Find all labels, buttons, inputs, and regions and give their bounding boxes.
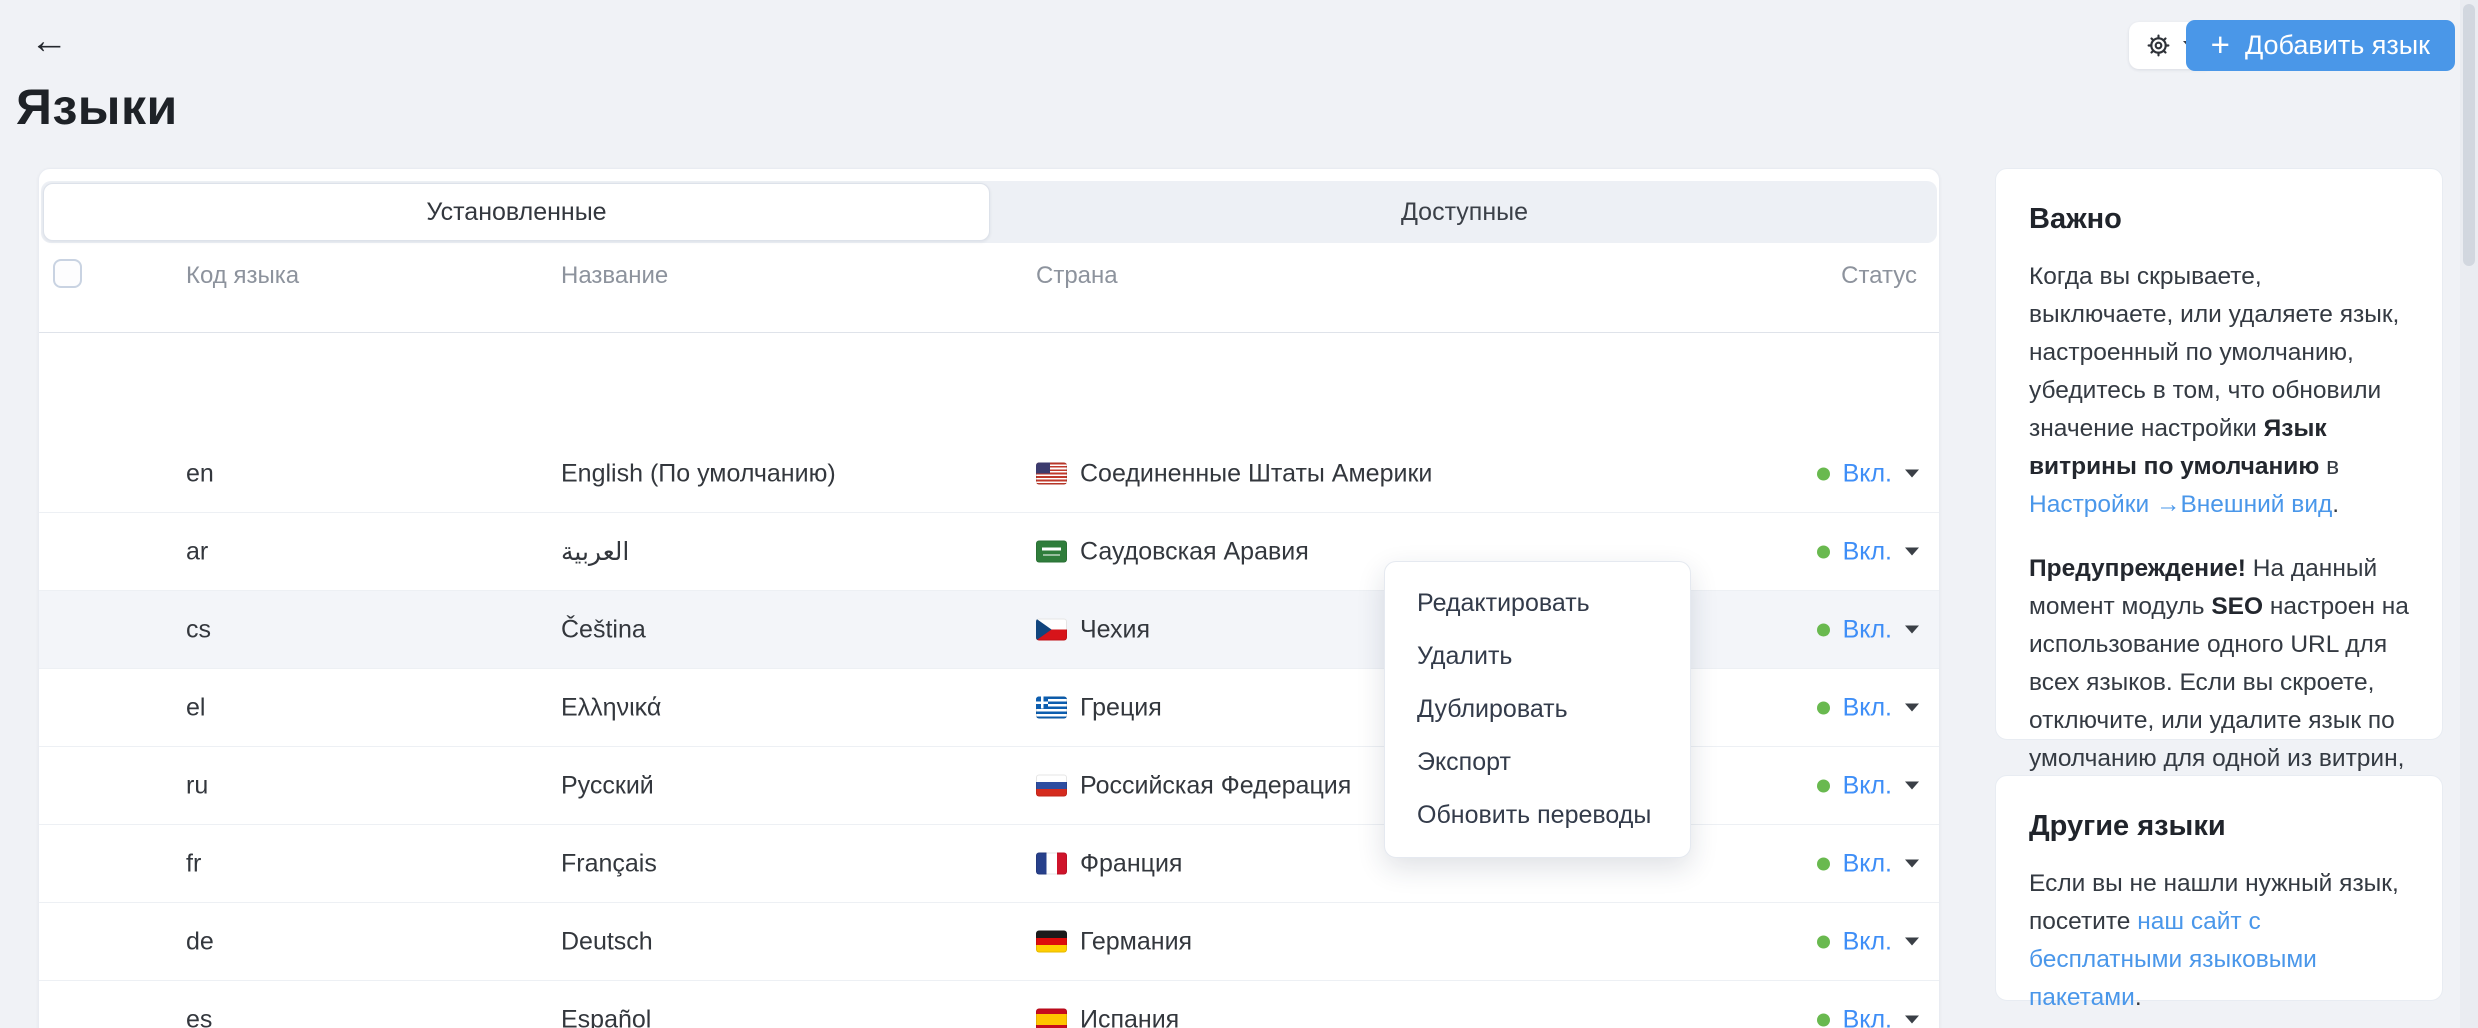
page-title: Языки bbox=[16, 78, 178, 136]
language-name: Español bbox=[561, 1005, 651, 1028]
flag-ru-icon bbox=[1036, 775, 1067, 797]
menu-item-duplicate[interactable]: Дублировать bbox=[1385, 683, 1690, 736]
status-link[interactable]: Вкл. bbox=[1843, 927, 1892, 956]
status-caret-icon[interactable] bbox=[1905, 860, 1919, 868]
menu-item-export[interactable]: Экспорт bbox=[1385, 736, 1690, 789]
menu-item-delete[interactable]: Удалить bbox=[1385, 630, 1690, 683]
language-name: Deutsch bbox=[561, 927, 653, 956]
row-actions-menu: Редактировать Удалить Дублировать Экспор… bbox=[1384, 561, 1691, 858]
status-dot bbox=[1817, 935, 1830, 948]
language-name: Русский bbox=[561, 771, 654, 800]
important-paragraph-1: Когда вы скрываете, выключаете, или удал… bbox=[2029, 258, 2409, 524]
tab-installed[interactable]: Установленные bbox=[43, 183, 990, 241]
flag-de-icon bbox=[1036, 931, 1067, 953]
add-language-label: Добавить язык bbox=[2245, 30, 2430, 61]
language-country: Германия bbox=[1036, 927, 1192, 956]
language-code: es bbox=[186, 1005, 212, 1028]
language-country: Греция bbox=[1036, 693, 1162, 722]
status-caret-icon[interactable] bbox=[1905, 782, 1919, 790]
status-link[interactable]: Вкл. bbox=[1843, 693, 1892, 722]
header-divider bbox=[39, 332, 1939, 333]
scrollbar-track[interactable] bbox=[2460, 0, 2478, 1028]
languages-panel: Установленные Доступные Код языка Назван… bbox=[38, 168, 1940, 1028]
table-row-en[interactable]: en English (По умолчанию) Соединенные Шт… bbox=[39, 435, 1939, 513]
status-link[interactable]: Вкл. bbox=[1843, 615, 1892, 644]
other-languages-title: Другие языки bbox=[2029, 810, 2409, 843]
plus-icon: + bbox=[2211, 28, 2230, 61]
status-caret-icon[interactable] bbox=[1905, 1016, 1919, 1024]
status-dot bbox=[1817, 545, 1830, 558]
settings-appearance-link[interactable]: Настройки →Внешний вид bbox=[2029, 491, 2332, 518]
status-link[interactable]: Вкл. bbox=[1843, 849, 1892, 878]
status-caret-icon[interactable] bbox=[1905, 704, 1919, 712]
flag-sa-icon bbox=[1036, 541, 1067, 563]
status-dot bbox=[1817, 779, 1830, 792]
status-caret-icon[interactable] bbox=[1905, 626, 1919, 634]
status-caret-icon[interactable] bbox=[1905, 548, 1919, 556]
language-name: Français bbox=[561, 849, 657, 878]
flag-es-icon bbox=[1036, 1009, 1067, 1028]
language-country: Российская Федерация bbox=[1036, 771, 1351, 800]
language-country: Соединенные Штаты Америки bbox=[1036, 459, 1432, 488]
language-code: en bbox=[186, 459, 214, 488]
important-title: Важно bbox=[2029, 203, 2409, 236]
column-header-name: Название bbox=[561, 262, 668, 290]
language-name: Ελληνικά bbox=[561, 693, 661, 722]
select-all-checkbox[interactable] bbox=[53, 259, 82, 288]
status-dot bbox=[1817, 857, 1830, 870]
flag-cz-icon bbox=[1036, 619, 1067, 641]
status-dot bbox=[1817, 623, 1830, 636]
other-languages-text: Если вы не нашли нужный язык, посетите н… bbox=[2029, 865, 2409, 1017]
language-country: Чехия bbox=[1036, 615, 1150, 644]
language-code: de bbox=[186, 927, 214, 956]
status-caret-icon[interactable] bbox=[1905, 938, 1919, 946]
language-code: ru bbox=[186, 771, 208, 800]
important-note-card: Важно Когда вы скрываете, выключаете, ил… bbox=[1995, 168, 2443, 740]
other-languages-card: Другие языки Если вы не нашли нужный язы… bbox=[1995, 775, 2443, 1001]
add-language-button[interactable]: + Добавить язык bbox=[2186, 20, 2455, 71]
language-country: Испания bbox=[1036, 1005, 1179, 1028]
language-name: العربية bbox=[561, 537, 629, 567]
status-link[interactable]: Вкл. bbox=[1843, 771, 1892, 800]
menu-item-update-translations[interactable]: Обновить переводы bbox=[1385, 789, 1690, 842]
status-link[interactable]: Вкл. bbox=[1843, 1005, 1892, 1028]
scrollbar-thumb[interactable] bbox=[2463, 4, 2475, 266]
status-caret-icon[interactable] bbox=[1905, 470, 1919, 478]
language-code: ar bbox=[186, 537, 208, 566]
table-row-de[interactable]: de Deutsch Германия Вкл. bbox=[39, 903, 1939, 981]
language-country: Саудовская Аравия bbox=[1036, 537, 1309, 566]
language-name: Čeština bbox=[561, 615, 646, 644]
menu-item-edit[interactable]: Редактировать bbox=[1385, 577, 1690, 630]
language-code: el bbox=[186, 693, 205, 722]
column-header-country: Страна bbox=[1036, 262, 1118, 290]
column-header-code: Код языка bbox=[186, 262, 299, 290]
language-code: cs bbox=[186, 615, 211, 644]
status-dot bbox=[1817, 467, 1830, 480]
flag-fr-icon bbox=[1036, 853, 1067, 875]
status-dot bbox=[1817, 1013, 1830, 1026]
status-link[interactable]: Вкл. bbox=[1843, 459, 1892, 488]
table-row-es[interactable]: es Español Испания Вкл. bbox=[39, 981, 1939, 1028]
language-code: fr bbox=[186, 849, 201, 878]
column-header-status: Статус bbox=[1841, 262, 1917, 290]
language-country: Франция bbox=[1036, 849, 1182, 878]
language-name: English (По умолчанию) bbox=[561, 459, 836, 488]
gear-icon bbox=[2145, 32, 2172, 59]
status-dot bbox=[1817, 701, 1830, 714]
tab-available[interactable]: Доступные bbox=[992, 181, 1937, 243]
flag-us-icon bbox=[1036, 463, 1067, 485]
flag-gr-icon bbox=[1036, 697, 1067, 719]
tabbar: Установленные Доступные bbox=[41, 181, 1937, 243]
back-arrow-icon[interactable]: ← bbox=[30, 22, 68, 60]
status-link[interactable]: Вкл. bbox=[1843, 537, 1892, 566]
